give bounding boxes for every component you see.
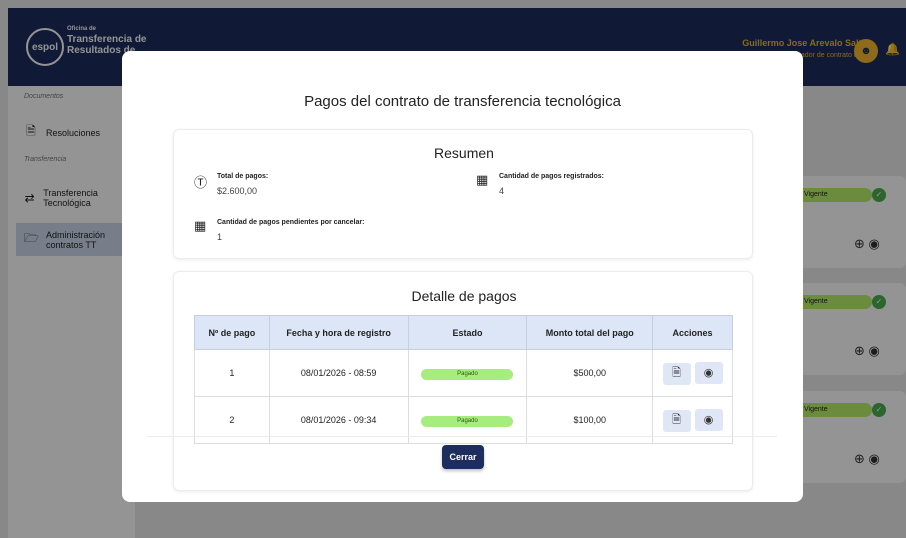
column-header: Estado <box>407 315 528 350</box>
eye-icon[interactable]: ◉ <box>694 361 723 384</box>
money-add-icon: ▦ <box>476 172 489 187</box>
detail-title: Detalle de pagos <box>411 288 517 304</box>
status-badge: Pagado <box>421 415 514 427</box>
payment-date: 08/01/2026 - 08:59 <box>268 349 409 397</box>
column-header: Monto total del pago <box>526 315 654 350</box>
money-pending-icon: ▦ <box>194 218 207 233</box>
pending-value: 1 <box>217 232 223 242</box>
payments-modal: Pagos del contrato de transferencia tecn… <box>122 51 803 502</box>
column-header: Fecha y hora de registro <box>268 315 409 350</box>
column-header: Nº de pago <box>194 315 270 350</box>
document-icon[interactable]: 🗎 <box>662 409 691 432</box>
eye-icon[interactable]: ◉ <box>694 408 723 431</box>
total-value: $2.600,00 <box>217 186 258 196</box>
modal-title: Pagos del contrato de transferencia tecn… <box>304 93 621 110</box>
dollar-circle-icon: Ⓣ <box>194 175 208 190</box>
count-label: Cantidad de pagos registrados: <box>499 173 605 180</box>
payment-actions: 🗎 ◉ <box>652 349 733 397</box>
total-label: Total de pagos: <box>217 173 269 180</box>
payment-number: 1 <box>194 349 270 397</box>
status-badge: Pagado <box>421 368 514 380</box>
payment-amount: $500,00 <box>526 349 654 397</box>
document-icon[interactable]: 🗎 <box>662 362 691 385</box>
payment-status-cell: Pagado <box>407 349 528 397</box>
count-value: 4 <box>499 186 505 196</box>
summary-card: Resumen Ⓣ Total de pagos: $2.600,00 ▦ Ca… <box>173 129 753 259</box>
summary-title: Resumen <box>434 145 494 161</box>
modal-footer-divider <box>147 436 777 437</box>
table-row: 1 08/01/2026 - 08:59 Pagado $500,00 🗎 ◉ <box>194 349 733 397</box>
column-header: Acciones <box>652 315 733 350</box>
close-button[interactable]: Cerrar <box>442 445 484 469</box>
pending-label: Cantidad de pagos pendientes por cancela… <box>217 219 365 226</box>
payments-table: Nº de pago Fecha y hora de registro Esta… <box>194 315 733 444</box>
